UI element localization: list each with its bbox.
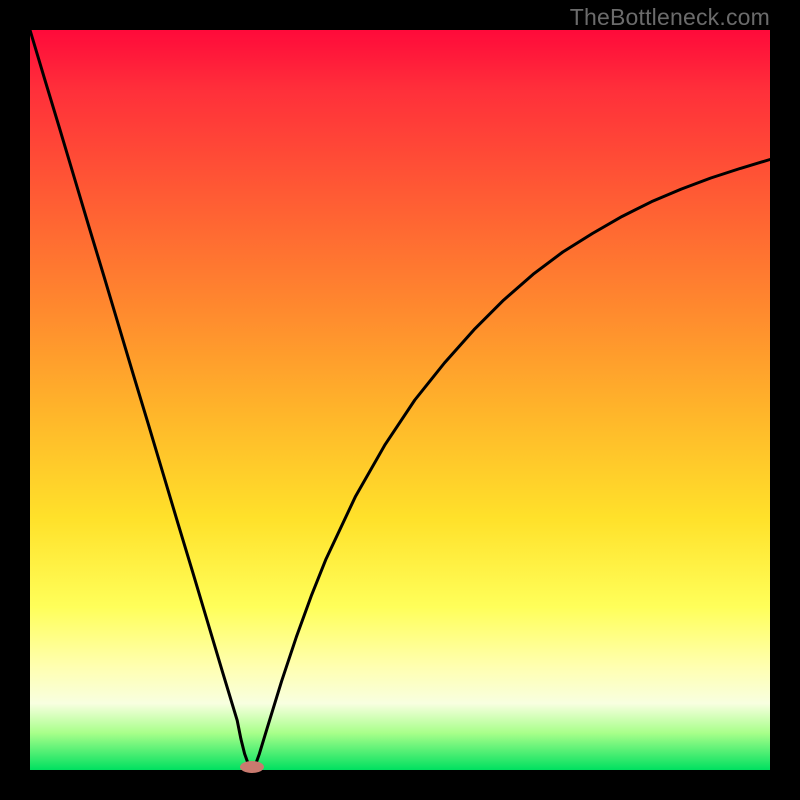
curve-svg <box>30 30 770 770</box>
minimum-marker <box>240 761 264 773</box>
watermark-text: TheBottleneck.com <box>570 4 770 31</box>
bottleneck-curve <box>30 30 770 770</box>
plot-area <box>30 30 770 770</box>
chart-frame: TheBottleneck.com <box>0 0 800 800</box>
